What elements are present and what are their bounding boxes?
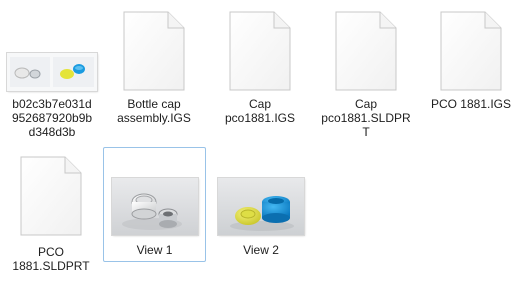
document-icon bbox=[123, 11, 185, 91]
file-label: View 1 bbox=[136, 243, 173, 257]
document-icon bbox=[335, 11, 397, 91]
file-label: b02c3b7e031d 952687920b9b d348d3b bbox=[11, 97, 93, 139]
document-icon bbox=[20, 156, 82, 236]
file-item-view-1[interactable]: View 1 bbox=[103, 147, 206, 262]
file-item-bottle-cap-assembly[interactable]: Bottle cap assembly.IGS bbox=[103, 4, 205, 148]
file-label: Bottle cap assembly.IGS bbox=[117, 97, 191, 125]
file-item-view-2[interactable]: View 2 bbox=[210, 147, 312, 262]
file-item-pco1881-sldprt[interactable]: PCO 1881.SLDPRT bbox=[0, 148, 102, 286]
file-item-cap-pco1881-igs[interactable]: Cap pco1881.IGS bbox=[209, 4, 311, 148]
file-label: Cap pco1881.IGS bbox=[224, 97, 296, 125]
file-item-pco1881-igs[interactable]: PCO 1881.IGS bbox=[420, 4, 520, 148]
file-label: Cap pco1881.SLDPR T bbox=[321, 97, 411, 139]
document-icon bbox=[229, 11, 291, 91]
file-label: PCO 1881.SLDPRT bbox=[12, 245, 90, 273]
image-thumbnail-icon bbox=[218, 178, 304, 235]
file-label: View 2 bbox=[243, 243, 279, 257]
file-item-cap-pco1881-sldprt[interactable]: Cap pco1881.SLDPR T bbox=[315, 4, 417, 148]
file-item-thumbnail-combined[interactable]: b02c3b7e031d 952687920b9b d348d3b bbox=[1, 4, 103, 148]
image-thumbnail-icon bbox=[7, 53, 97, 91]
document-icon bbox=[440, 11, 502, 91]
file-label: PCO 1881.IGS bbox=[430, 97, 512, 111]
image-thumbnail-icon bbox=[111, 178, 198, 235]
